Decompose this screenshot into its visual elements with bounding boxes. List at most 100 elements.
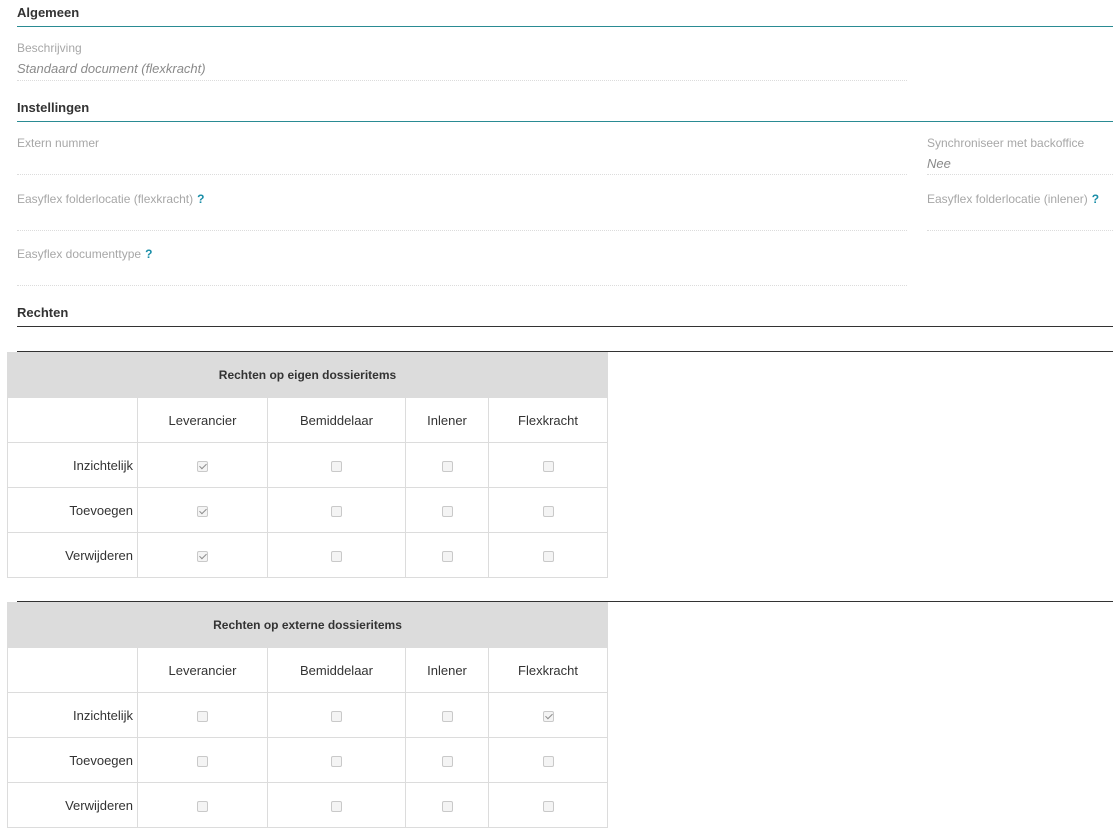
column-header: Flexkracht xyxy=(488,397,608,443)
row-label: Toevoegen xyxy=(7,737,138,783)
help-icon[interactable]: ? xyxy=(145,247,152,261)
permission-cell xyxy=(267,782,406,828)
permission-cell xyxy=(487,692,609,738)
table-row: Inzichtelijk xyxy=(7,442,608,488)
permission-cell xyxy=(405,692,489,738)
permission-checkbox[interactable] xyxy=(441,460,453,472)
table-header-row: Leverancier Bemiddelaar Inlener Flexkracht xyxy=(7,647,609,693)
field-label: Beschrijving xyxy=(17,41,82,55)
permission-cell xyxy=(137,737,268,783)
permission-checkbox[interactable] xyxy=(331,800,342,812)
help-icon[interactable]: ? xyxy=(1092,192,1099,206)
permission-checkbox[interactable] xyxy=(441,550,453,562)
table-title: Rechten op externe dossieritems xyxy=(6,602,609,648)
table-row: Toevoegen xyxy=(7,737,609,783)
permission-cell xyxy=(137,782,268,828)
field-label: Easyflex folderlocatie (flexkracht)? xyxy=(17,192,907,206)
permission-checkbox[interactable] xyxy=(441,755,453,767)
permission-checkbox[interactable] xyxy=(331,550,342,562)
field-folder-flexkracht[interactable]: Easyflex folderlocatie (flexkracht)? xyxy=(17,192,907,231)
row-label: Toevoegen xyxy=(7,487,138,533)
field-value: Standaard document (flexkracht) xyxy=(17,61,206,76)
field-value: Nee xyxy=(927,156,951,171)
empty-cell xyxy=(7,647,138,693)
permission-checkbox[interactable] xyxy=(542,505,554,517)
table-row: Toevoegen xyxy=(7,487,608,533)
field-label-text: Easyflex folderlocatie (inlener) xyxy=(927,192,1088,206)
field-folder-inlener[interactable]: Easyflex folderlocatie (inlener)? xyxy=(927,192,1113,231)
permission-checkbox[interactable] xyxy=(331,460,342,472)
table-row: Verwijderen xyxy=(7,782,609,828)
field-synchroniseer[interactable]: Synchroniseer met backoffice Nee xyxy=(927,136,1113,175)
field-documenttype[interactable]: Easyflex documenttype? xyxy=(17,247,907,286)
field-label: Synchroniseer met backoffice xyxy=(927,136,1085,150)
permission-checkbox[interactable] xyxy=(197,460,208,472)
permission-cell xyxy=(137,487,268,533)
column-header: Inlener xyxy=(405,397,489,443)
table-row: Inzichtelijk xyxy=(7,692,609,738)
section-title-algemeen: Algemeen xyxy=(17,5,1113,27)
permission-checkbox[interactable] xyxy=(197,755,208,767)
field-label: Extern nummer xyxy=(17,136,100,150)
empty-cell xyxy=(7,397,138,443)
permission-cell xyxy=(267,442,406,488)
permission-cell xyxy=(405,737,489,783)
permission-checkbox[interactable] xyxy=(542,550,554,562)
table-title: Rechten op eigen dossieritems xyxy=(7,352,608,398)
permission-cell xyxy=(487,737,609,783)
field-label: Easyflex folderlocatie (inlener)? xyxy=(927,192,1113,206)
permission-cell xyxy=(137,692,268,738)
field-extern-nummer[interactable]: Extern nummer xyxy=(17,136,907,175)
permission-cell xyxy=(405,442,489,488)
row-label: Inzichtelijk xyxy=(7,442,138,488)
permission-checkbox[interactable] xyxy=(441,800,453,812)
permission-cell xyxy=(488,442,608,488)
permission-cell xyxy=(405,487,489,533)
permission-checkbox[interactable] xyxy=(441,505,453,517)
permission-cell xyxy=(488,487,608,533)
permission-cell xyxy=(405,532,489,578)
permission-checkbox[interactable] xyxy=(197,800,208,812)
permission-checkbox[interactable] xyxy=(542,460,554,472)
permission-checkbox[interactable] xyxy=(542,755,554,767)
column-header: Inlener xyxy=(405,647,489,693)
permission-checkbox[interactable] xyxy=(542,800,554,812)
permission-cell xyxy=(137,532,268,578)
field-beschrijving[interactable]: Beschrijving Standaard document (flexkra… xyxy=(17,41,907,81)
column-header: Leverancier xyxy=(137,647,268,693)
help-icon[interactable]: ? xyxy=(197,192,204,206)
permission-checkbox[interactable] xyxy=(197,505,208,517)
row-label: Verwijderen xyxy=(7,532,138,578)
section-title-instellingen: Instellingen xyxy=(17,100,1113,122)
permission-cell xyxy=(267,737,406,783)
column-header: Bemiddelaar xyxy=(267,397,406,443)
permission-cell xyxy=(488,532,608,578)
field-value xyxy=(17,156,907,172)
permission-checkbox[interactable] xyxy=(197,550,208,562)
permission-cell xyxy=(267,532,406,578)
column-header: Leverancier xyxy=(137,397,268,443)
permission-checkbox[interactable] xyxy=(441,710,453,722)
field-label-text: Easyflex documenttype xyxy=(17,247,142,261)
permission-cell xyxy=(405,782,489,828)
column-header: Bemiddelaar xyxy=(267,647,406,693)
table-header-row: Leverancier Bemiddelaar Inlener Flexkracht xyxy=(7,397,608,443)
row-label: Verwijderen xyxy=(7,782,138,828)
permission-checkbox[interactable] xyxy=(331,755,342,767)
permission-cell xyxy=(267,487,406,533)
row-label: Inzichtelijk xyxy=(7,692,138,738)
rights-table-extern: Rechten op externe dossieritems Leveranci… xyxy=(6,602,609,828)
rights-table-eigen: Rechten op eigen dossieritems Leverancier… xyxy=(7,352,608,578)
column-header: Flexkracht xyxy=(487,647,609,693)
field-label: Easyflex documenttype? xyxy=(17,247,907,261)
permission-checkbox[interactable] xyxy=(542,710,554,722)
permission-cell xyxy=(137,442,268,488)
field-label-text: Easyflex folderlocatie (flexkracht) xyxy=(17,192,194,206)
permission-cell xyxy=(267,692,406,738)
table-row: Verwijderen xyxy=(7,532,608,578)
permission-checkbox[interactable] xyxy=(331,710,342,722)
section-title-rechten: Rechten xyxy=(17,305,1113,327)
permission-cell xyxy=(487,782,609,828)
permission-checkbox[interactable] xyxy=(197,710,208,722)
permission-checkbox[interactable] xyxy=(331,505,342,517)
